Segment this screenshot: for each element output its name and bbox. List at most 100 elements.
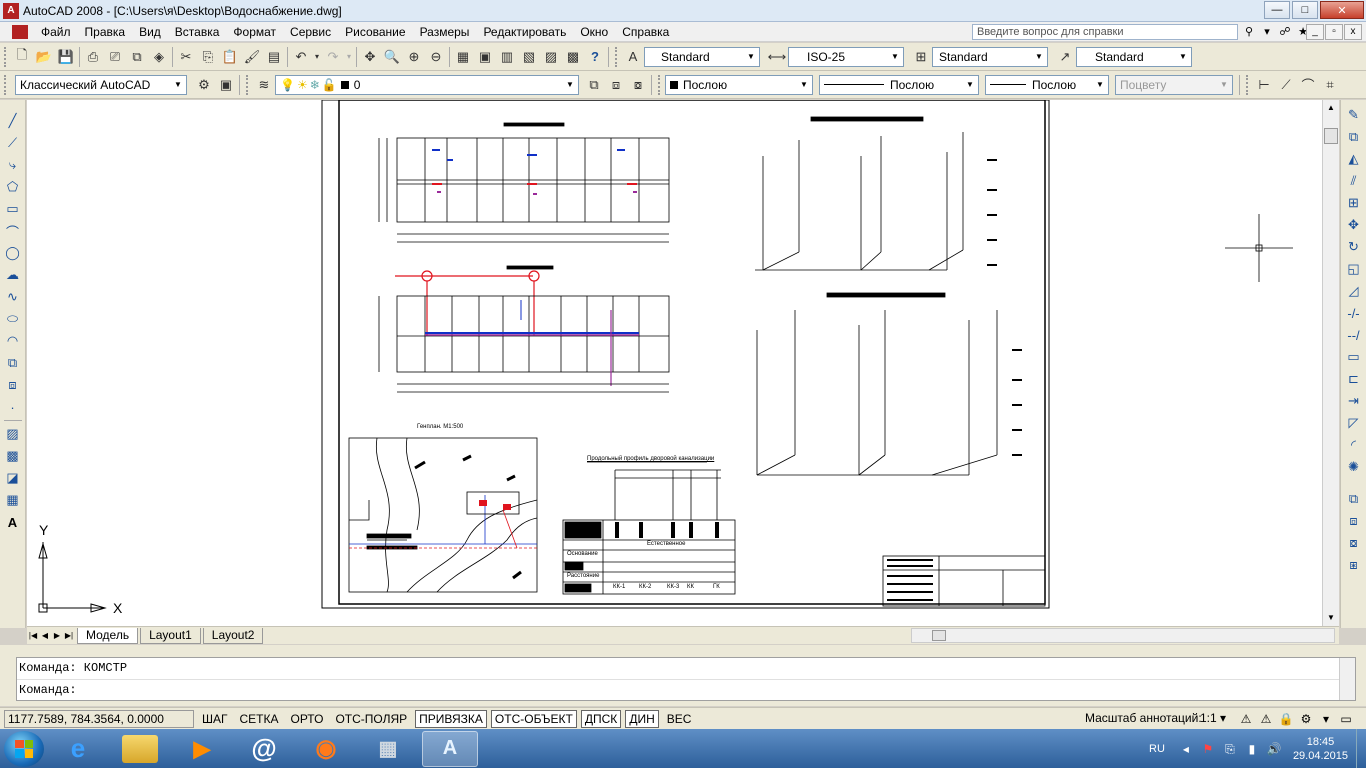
lineweight-toggle[interactable]: ВЕС bbox=[663, 710, 696, 728]
otrack-toggle[interactable]: ОТС-ОБЪЕКТ bbox=[490, 709, 577, 728]
grid-toggle[interactable]: СЕТКА bbox=[236, 710, 283, 728]
lock-icon[interactable]: 🔒 bbox=[1276, 710, 1296, 728]
dim-style-icon[interactable]: ⟷ bbox=[766, 46, 788, 68]
make-block-icon[interactable]: ⧈ bbox=[2, 374, 24, 396]
minimize-button[interactable]: — bbox=[1264, 1, 1290, 19]
text-style-icon[interactable]: A bbox=[622, 46, 644, 68]
workspace-settings-icon[interactable]: ⚙ bbox=[193, 74, 215, 96]
send-to-back-icon[interactable]: ⧇ bbox=[1343, 532, 1365, 554]
calculator-icon[interactable]: ▩ bbox=[562, 46, 584, 68]
copy-icon[interactable]: ⎘ bbox=[197, 46, 219, 68]
markup-icon[interactable]: ▨ bbox=[540, 46, 562, 68]
copy-object-icon[interactable]: ⧉ bbox=[1343, 126, 1365, 148]
new-file-icon[interactable]: 🗋 bbox=[11, 46, 33, 68]
tool-palettes-icon[interactable]: ▥ bbox=[496, 46, 518, 68]
erase-icon[interactable]: ✎ bbox=[1343, 104, 1365, 126]
tray-settings-icon[interactable]: ⚙ bbox=[1296, 710, 1316, 728]
calculator-icon[interactable]: ▦ bbox=[360, 731, 416, 767]
chamfer-icon[interactable]: ◸ bbox=[1343, 412, 1365, 434]
doc-restore-button[interactable]: ▫ bbox=[1325, 24, 1343, 40]
polar-toggle[interactable]: ОТС-ПОЛЯР bbox=[331, 710, 411, 728]
mirror-icon[interactable]: ◭ bbox=[1343, 148, 1365, 170]
chevron-down-icon[interactable]: ▼ bbox=[796, 76, 812, 94]
zoom-window-icon[interactable]: ⊕ bbox=[403, 46, 425, 68]
close-button[interactable]: ✕ bbox=[1320, 1, 1364, 19]
ortho-toggle[interactable]: ОРТО bbox=[287, 710, 328, 728]
first-tab-icon[interactable]: |◀ bbox=[27, 629, 39, 643]
region-icon[interactable]: ◪ bbox=[2, 467, 24, 489]
next-tab-icon[interactable]: ▶ bbox=[51, 629, 63, 643]
paste-icon[interactable]: 📋 bbox=[219, 46, 241, 68]
chevron-down-icon[interactable]: ▼ bbox=[562, 76, 578, 94]
snap-toggle[interactable]: ШАГ bbox=[198, 710, 232, 728]
break-at-point-icon[interactable]: ▭ bbox=[1343, 346, 1365, 368]
hatch-icon[interactable]: ▨ bbox=[2, 423, 24, 445]
rectangle-icon[interactable]: ▭ bbox=[2, 198, 24, 220]
dropdown-icon[interactable]: ▾ bbox=[1258, 24, 1276, 40]
ordinate-dimension-icon[interactable]: ⌗ bbox=[1319, 74, 1341, 96]
rotate-icon[interactable]: ↻ bbox=[1343, 236, 1365, 258]
maximize-button[interactable]: □ bbox=[1292, 1, 1318, 19]
coordinate-readout[interactable]: 1177.7589, 784.3564, 0.0000 bbox=[4, 709, 194, 728]
properties-icon[interactable]: ▦ bbox=[452, 46, 474, 68]
table-icon[interactable]: ▦ bbox=[2, 489, 24, 511]
3d-dwf-icon[interactable]: ◈ bbox=[148, 46, 170, 68]
extend-icon[interactable]: --/ bbox=[1343, 324, 1365, 346]
text-style-select[interactable]: Standard ▼ bbox=[644, 46, 760, 67]
chevron-down-icon[interactable]: ▼ bbox=[887, 48, 903, 66]
design-center-icon[interactable]: ▣ bbox=[474, 46, 496, 68]
color-select[interactable]: Послою ▼ bbox=[665, 74, 813, 95]
redo-icon[interactable]: ↷ bbox=[322, 46, 344, 68]
menu-insert[interactable]: Вставка bbox=[168, 25, 227, 39]
firefox-icon[interactable]: ◉ bbox=[298, 731, 354, 767]
offset-icon[interactable]: ⫽ bbox=[1343, 170, 1365, 192]
construction-line-icon[interactable]: ⟋ bbox=[2, 132, 24, 154]
tab-layout1[interactable]: Layout1 bbox=[140, 627, 201, 644]
scroll-down-icon[interactable]: ▼ bbox=[1323, 610, 1339, 626]
toolbar-grip[interactable] bbox=[4, 46, 8, 67]
action-center-icon[interactable]: ⚑ bbox=[1199, 740, 1217, 758]
dyn-toggle[interactable]: ДИН bbox=[625, 709, 659, 728]
workspace-save-icon[interactable]: ▣ bbox=[215, 74, 237, 96]
ellipse-arc-icon[interactable]: ◠ bbox=[2, 330, 24, 352]
mleader-style-select[interactable]: Standard ▼ bbox=[1076, 46, 1192, 67]
gradient-icon[interactable]: ▩ bbox=[2, 445, 24, 467]
help-icon[interactable]: ? bbox=[584, 46, 606, 68]
menu-tools[interactable]: Сервис bbox=[283, 25, 338, 39]
join-icon[interactable]: ⇥ bbox=[1343, 390, 1365, 412]
skype-icon[interactable]: @ bbox=[236, 731, 292, 767]
arc-icon[interactable]: ⌒ bbox=[2, 220, 24, 242]
stretch-icon[interactable]: ◿ bbox=[1343, 280, 1365, 302]
tab-model[interactable]: Модель bbox=[77, 627, 139, 644]
scroll-up-icon[interactable]: ▲ bbox=[1323, 100, 1339, 116]
undo-dropdown-icon[interactable]: ▾ bbox=[312, 46, 322, 68]
menu-window[interactable]: Окно bbox=[573, 25, 615, 39]
arc-length-icon[interactable]: ⌒ bbox=[1297, 74, 1319, 96]
doc-close-button[interactable]: x bbox=[1344, 24, 1362, 40]
linetype-select[interactable]: Послою ▼ bbox=[819, 74, 979, 95]
bring-to-front-icon[interactable]: ⧈ bbox=[1343, 510, 1365, 532]
show-desktop-button[interactable] bbox=[1356, 729, 1366, 768]
layer-states-icon[interactable]: ⧇ bbox=[627, 74, 649, 96]
open-file-icon[interactable]: 📂 bbox=[33, 46, 55, 68]
scale-icon[interactable]: ◱ bbox=[1343, 258, 1365, 280]
command-history[interactable]: Команда: КОМСТР Команда: bbox=[16, 657, 1356, 701]
chevron-down-icon[interactable]: ▼ bbox=[1092, 76, 1108, 94]
pan-icon[interactable]: ✥ bbox=[359, 46, 381, 68]
usb-icon[interactable]: ⎘ bbox=[1221, 740, 1239, 758]
revision-cloud-icon[interactable]: ☁ bbox=[2, 264, 24, 286]
break-icon[interactable]: ⊏ bbox=[1343, 368, 1365, 390]
chevron-down-icon[interactable]: ▼ bbox=[1031, 48, 1047, 66]
zoom-realtime-icon[interactable]: 🔍 bbox=[381, 46, 403, 68]
bring-above-icon[interactable]: ⧆ bbox=[1343, 554, 1365, 576]
last-tab-icon[interactable]: ▶| bbox=[63, 629, 75, 643]
chevron-down-icon[interactable]: ▼ bbox=[962, 76, 978, 94]
tab-layout2[interactable]: Layout2 bbox=[202, 627, 264, 644]
ducs-toggle[interactable]: ДПСК bbox=[580, 709, 622, 728]
command-scrollbar[interactable] bbox=[1339, 658, 1355, 700]
start-button[interactable] bbox=[4, 730, 44, 767]
plot-preview-icon[interactable]: ⎚ bbox=[104, 46, 126, 68]
osnap-toggle[interactable]: ПРИВЯЗКА bbox=[415, 709, 487, 728]
block-editor-icon[interactable]: ▤ bbox=[263, 46, 285, 68]
trim-icon[interactable]: -/- bbox=[1343, 302, 1365, 324]
